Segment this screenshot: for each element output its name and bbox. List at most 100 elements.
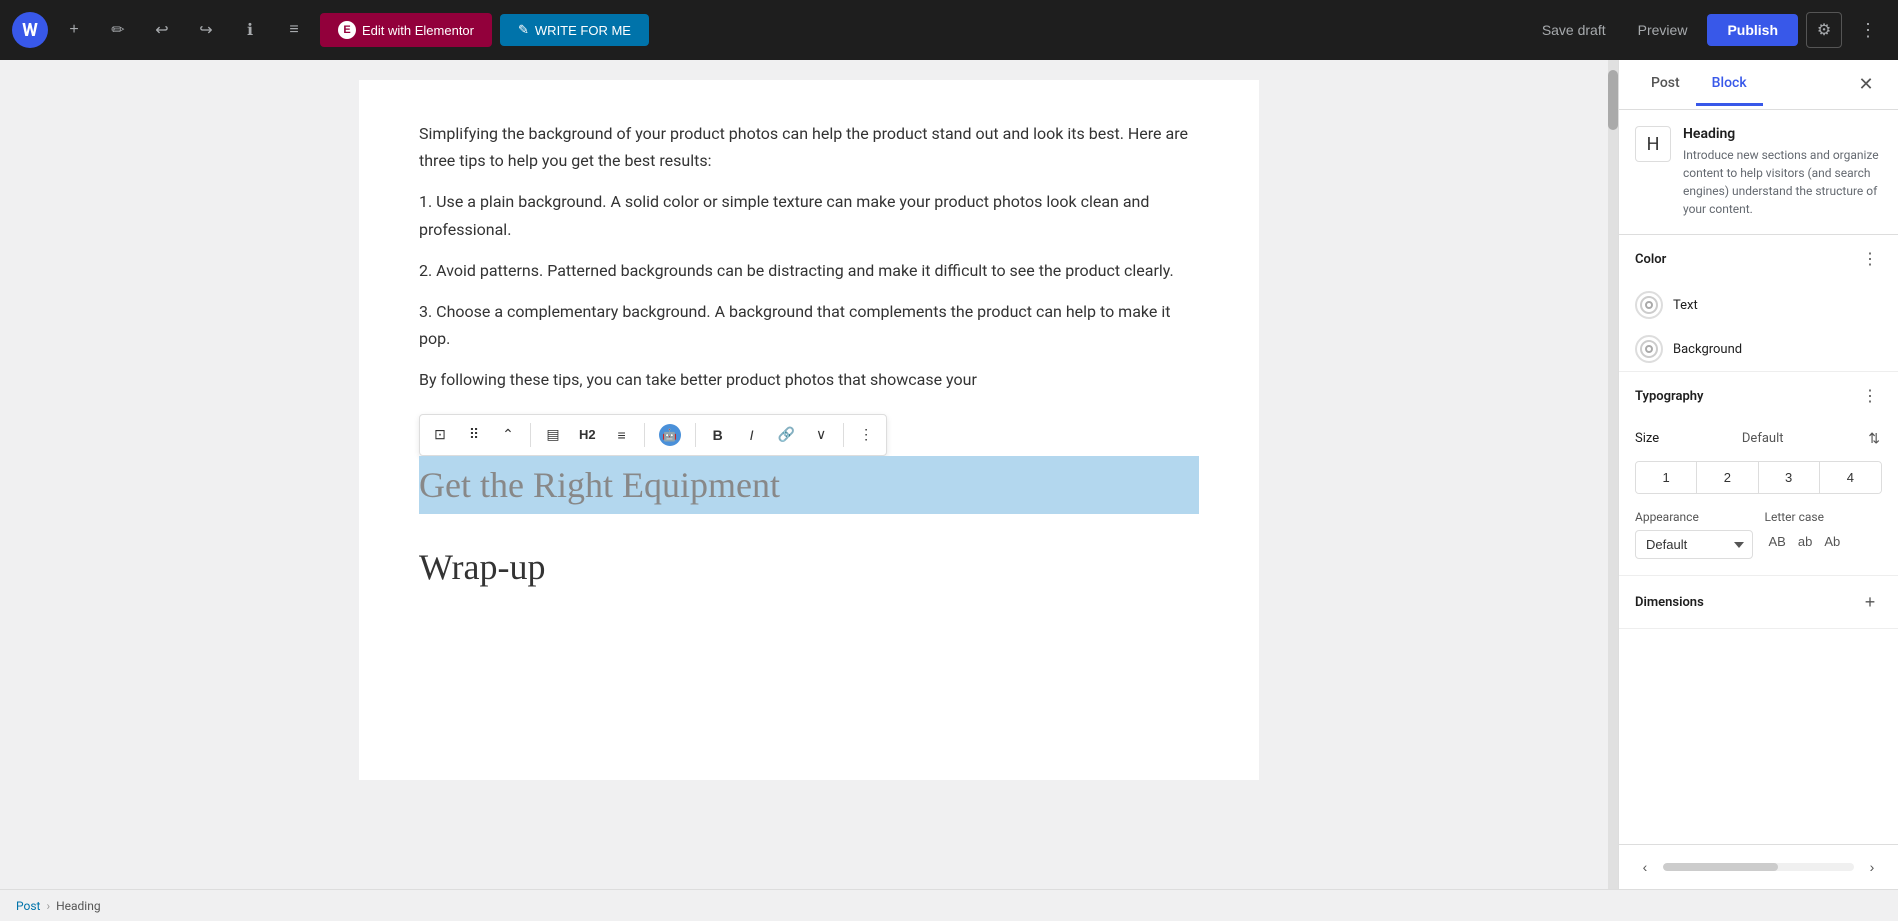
chevron-down-icon: ∨ — [816, 426, 826, 443]
undo-icon: ↩ — [155, 20, 168, 40]
move-up-down-button[interactable]: ⌃ — [492, 419, 524, 451]
info-button[interactable]: ℹ — [232, 12, 268, 48]
typography-section-header[interactable]: Typography ⋮ — [1619, 372, 1898, 420]
uppercase-button[interactable]: AB — [1765, 530, 1790, 553]
toolbar-divider-2 — [644, 423, 645, 447]
lowercase-button[interactable]: ab — [1794, 530, 1816, 553]
breadcrumb-separator: › — [46, 899, 50, 913]
edit-with-elementor-button[interactable]: E Edit with Elementor — [320, 13, 492, 47]
appearance-label: Appearance — [1635, 510, 1753, 524]
preview-button[interactable]: Preview — [1626, 14, 1700, 46]
top-toolbar: W + ✏ ↩ ↪ ℹ ≡ E Edit with Elementor ✎ WR… — [0, 0, 1898, 60]
dimensions-add-button[interactable]: + — [1858, 590, 1882, 614]
color-section-more-button[interactable]: ⋮ — [1858, 247, 1882, 271]
ai-robot-button[interactable]: 🤖 — [651, 419, 689, 451]
heading-block-container: ⊡ ⠿ ⌃ ▤ H2 ≡ — [419, 414, 1199, 514]
toolbar-divider-4 — [843, 423, 844, 447]
editor-area[interactable]: Simplifying the background of your produ… — [0, 60, 1618, 889]
text-align-button[interactable]: ≡ — [606, 419, 638, 451]
toolbar-divider-3 — [695, 423, 696, 447]
bookmark-toolbar-button[interactable]: ⊡ — [424, 419, 456, 451]
more-options-icon: ⋮ — [1862, 249, 1878, 269]
size-buttons: 1 2 3 4 — [1635, 461, 1882, 494]
menu-button[interactable]: ≡ — [276, 12, 312, 48]
text-align-icon: ≡ — [618, 427, 626, 443]
sidebar-close-button[interactable]: ✕ — [1850, 69, 1882, 101]
align-icon: ▤ — [546, 426, 559, 443]
elementor-btn-label: Edit with Elementor — [362, 23, 474, 38]
sidebar-tabs: Post Block ✕ — [1619, 60, 1898, 110]
link-toolbar-button[interactable]: 🔗 — [770, 419, 803, 451]
post-tab[interactable]: Post — [1635, 63, 1696, 106]
undo-button[interactable]: ↩ — [144, 12, 180, 48]
typography-controls: Size Default ⇅ 1 2 3 4 Appearance — [1619, 420, 1898, 575]
bookmark-icon: ⊡ — [434, 426, 446, 443]
save-draft-button[interactable]: Save draft — [1530, 14, 1618, 46]
bold-icon: B — [713, 427, 723, 443]
bold-toolbar-button[interactable]: B — [702, 419, 734, 451]
h2-label: H2 — [579, 427, 596, 442]
dimensions-section-header[interactable]: Dimensions + — [1619, 576, 1898, 628]
menu-icon: ≡ — [289, 21, 298, 39]
sidebar-scroll-thumb — [1663, 863, 1778, 871]
size-4-button[interactable]: 4 — [1820, 462, 1881, 493]
toolbar-divider-1 — [530, 423, 531, 447]
edit-pencil-button[interactable]: ✏ — [100, 12, 136, 48]
typography-section-more-button[interactable]: ⋮ — [1858, 384, 1882, 408]
main-layout: Simplifying the background of your produ… — [0, 60, 1898, 889]
block-description: Introduce new sections and organize cont… — [1683, 146, 1882, 218]
block-type-icon: H — [1635, 126, 1671, 162]
size-default-value: Default — [1742, 431, 1784, 446]
wp-logo-icon[interactable]: W — [12, 12, 48, 48]
more-options-button[interactable]: ⋮ — [1850, 12, 1886, 48]
color-section-title: Color — [1635, 252, 1858, 267]
drag-handle-button[interactable]: ⠿ — [458, 419, 490, 451]
editor-scrollbar[interactable] — [1608, 60, 1618, 889]
background-color-option[interactable]: Background — [1619, 327, 1898, 371]
block-options-button[interactable]: ⋮ — [850, 419, 882, 451]
sidebar-prev-button[interactable]: ‹ — [1631, 853, 1659, 881]
size-adjust-button[interactable]: ⇅ — [1866, 428, 1882, 449]
write-for-me-button[interactable]: ✎ WRITE FOR ME — [500, 14, 649, 46]
drag-icon: ⠿ — [469, 426, 479, 443]
breadcrumb-post-link[interactable]: Post — [16, 899, 40, 913]
block-info-text: Heading Introduce new sections and organ… — [1683, 126, 1882, 218]
publish-button[interactable]: Publish — [1707, 14, 1798, 46]
gear-icon: ⚙ — [1817, 20, 1831, 40]
align-toolbar-button[interactable]: ▤ — [537, 419, 569, 451]
size-label: Size — [1635, 431, 1659, 446]
appearance-select[interactable]: Default Light Normal Medium Semi Bold Bo… — [1635, 530, 1753, 559]
redo-button[interactable]: ↪ — [188, 12, 224, 48]
editor-scrollbar-thumb — [1608, 70, 1618, 130]
appearance-letter-case-row: Appearance Default Light Normal Medium S… — [1635, 510, 1882, 559]
size-3-button[interactable]: 3 — [1759, 462, 1820, 493]
move-icon: ⌃ — [502, 426, 514, 443]
typography-more-icon: ⋮ — [1862, 386, 1878, 406]
sidebar-next-button[interactable]: › — [1858, 853, 1886, 881]
editor-content[interactable]: Simplifying the background of your produ… — [359, 80, 1259, 780]
wp-logo-text: W — [22, 20, 38, 41]
add-block-button[interactable]: + — [56, 12, 92, 48]
redo-icon: ↪ — [199, 20, 212, 40]
block-tab[interactable]: Block — [1696, 63, 1763, 106]
selected-heading[interactable]: Get the Right Equipment — [419, 456, 1199, 514]
typography-section: Typography ⋮ Size Default ⇅ 1 2 — [1619, 372, 1898, 576]
color-section-header[interactable]: Color ⋮ — [1619, 235, 1898, 283]
wrap-up-heading[interactable]: Wrap-up — [419, 538, 1199, 596]
block-info: H Heading Introduce new sections and org… — [1619, 110, 1898, 235]
text-color-label: Text — [1673, 298, 1698, 313]
size-2-button[interactable]: 2 — [1697, 462, 1758, 493]
size-1-button[interactable]: 1 — [1636, 462, 1697, 493]
heading-level-button[interactable]: H2 — [571, 419, 604, 451]
more-rich-text-button[interactable]: ∨ — [805, 419, 837, 451]
robot-icon: 🤖 — [659, 424, 681, 446]
text-color-option[interactable]: Text — [1619, 283, 1898, 327]
chevron-right-icon: › — [1870, 859, 1875, 875]
plus-icon: + — [1865, 592, 1876, 613]
italic-toolbar-button[interactable]: I — [736, 419, 768, 451]
ellipsis-icon: ⋮ — [859, 426, 873, 443]
color-section: Color ⋮ Text — [1619, 235, 1898, 372]
write-icon: ✎ — [518, 22, 529, 38]
capitalize-button[interactable]: Ab — [1820, 530, 1844, 553]
settings-button[interactable]: ⚙ — [1806, 12, 1842, 48]
